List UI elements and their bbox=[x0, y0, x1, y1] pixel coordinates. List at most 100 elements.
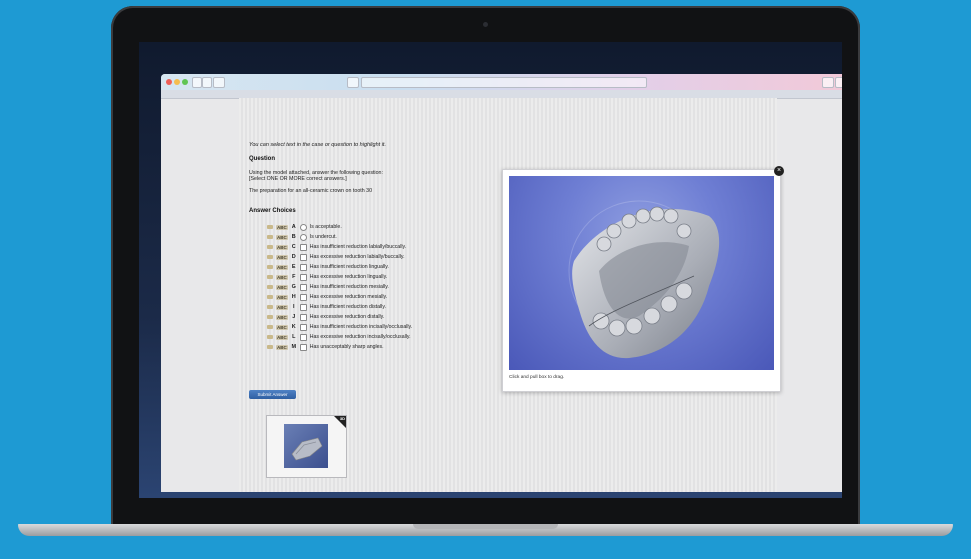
choice-checkbox[interactable] bbox=[299, 273, 307, 281]
abc-strike-button[interactable]: ABC bbox=[276, 334, 288, 340]
sidebar-button[interactable] bbox=[213, 77, 225, 88]
choice-checkbox[interactable] bbox=[299, 303, 307, 311]
highlighter-icon[interactable] bbox=[267, 285, 273, 289]
answer-choice-e[interactable]: ABC E Has insufficient reduction lingually… bbox=[267, 262, 389, 272]
viewer-caption: Click and pull box to drag. bbox=[509, 375, 565, 380]
3d-viewport[interactable] bbox=[509, 176, 774, 370]
choice-text[interactable]: Has excessive reduction lingually. bbox=[310, 274, 387, 280]
browser-window: You can select text in the case or quest… bbox=[161, 74, 842, 492]
choice-checkbox[interactable] bbox=[299, 343, 307, 351]
choice-text[interactable]: Is undercut. bbox=[310, 234, 337, 240]
choice-checkbox[interactable] bbox=[299, 333, 307, 341]
choice-checkbox[interactable] bbox=[299, 283, 307, 291]
choice-checkbox[interactable] bbox=[299, 253, 307, 261]
choice-letter: L bbox=[292, 334, 296, 340]
highlighter-icon[interactable] bbox=[267, 315, 273, 319]
choice-checkbox[interactable] bbox=[299, 223, 307, 231]
close-viewer-button[interactable]: × bbox=[774, 166, 784, 176]
highlighter-icon[interactable] bbox=[267, 255, 273, 259]
choice-letter: M bbox=[291, 344, 297, 350]
question-stem[interactable]: The preparation for an all-ceramic crown… bbox=[249, 188, 372, 194]
highlighter-icon[interactable] bbox=[267, 265, 273, 269]
abc-strike-button[interactable]: ABC bbox=[276, 274, 288, 280]
share-button[interactable] bbox=[347, 77, 359, 88]
abc-strike-button[interactable]: ABC bbox=[276, 264, 288, 270]
abc-strike-button[interactable]: ABC bbox=[276, 324, 288, 330]
address-bar[interactable] bbox=[361, 77, 647, 88]
answer-choice-b[interactable]: ABC B Is undercut. bbox=[267, 232, 337, 242]
abc-strike-button[interactable]: ABC bbox=[276, 224, 288, 230]
choice-checkbox[interactable] bbox=[299, 233, 307, 241]
highlighter-icon[interactable] bbox=[267, 335, 273, 339]
choice-text[interactable]: Has insufficient reduction distally. bbox=[310, 304, 386, 310]
choice-letter: I bbox=[292, 304, 295, 310]
choice-text[interactable]: Has insufficient reduction labially/bucc… bbox=[310, 244, 406, 250]
answer-choices-heading: Answer Choices bbox=[249, 208, 296, 214]
zoom-window-icon[interactable] bbox=[182, 79, 188, 85]
answer-choice-k[interactable]: ABC K Has insufficient reduction incisally… bbox=[267, 322, 412, 332]
model-thumbnail[interactable]: 3D bbox=[266, 415, 347, 478]
choice-text[interactable]: Has excessive reduction labially/buccall… bbox=[310, 254, 405, 260]
choice-text[interactable]: Has insufficient reduction mesially. bbox=[310, 284, 389, 290]
abc-strike-button[interactable]: ABC bbox=[276, 304, 288, 310]
highlighter-icon[interactable] bbox=[267, 245, 273, 249]
choice-letter: H bbox=[291, 294, 296, 300]
highlighter-icon[interactable] bbox=[267, 235, 273, 239]
answer-choice-c[interactable]: ABC C Has insufficient reduction labially/… bbox=[267, 242, 406, 252]
abc-strike-button[interactable]: ABC bbox=[276, 254, 288, 260]
highlighter-icon[interactable] bbox=[267, 295, 273, 299]
question-instruction[interactable]: [Select ONE OR MORE correct answers.] bbox=[249, 176, 347, 182]
choice-letter: D bbox=[291, 254, 296, 260]
tabs-button[interactable] bbox=[822, 77, 834, 88]
abc-strike-button[interactable]: ABC bbox=[276, 284, 288, 290]
choice-text[interactable]: Has unacceptably sharp angles. bbox=[310, 344, 384, 350]
answer-choice-j[interactable]: ABC J Has excessive reduction distally. bbox=[267, 312, 384, 322]
abc-strike-button[interactable]: ABC bbox=[276, 234, 288, 240]
highlighter-icon[interactable] bbox=[267, 225, 273, 229]
choice-checkbox[interactable] bbox=[299, 243, 307, 251]
laptop-notch bbox=[413, 524, 558, 529]
minimize-window-icon[interactable] bbox=[174, 79, 180, 85]
choice-text[interactable]: Has insufficient reduction lingually. bbox=[310, 264, 389, 270]
choice-checkbox[interactable] bbox=[299, 263, 307, 271]
choice-text[interactable]: Is acceptable. bbox=[310, 224, 342, 230]
answer-choice-g[interactable]: ABC G Has insufficient reduction mesially. bbox=[267, 282, 389, 292]
answer-choice-m[interactable]: ABC M Has unacceptably sharp angles. bbox=[267, 342, 384, 352]
choice-checkbox[interactable] bbox=[299, 313, 307, 321]
model-viewer[interactable]: Click and pull box to drag. bbox=[502, 169, 781, 392]
choice-text[interactable]: Has excessive reduction distally. bbox=[310, 314, 385, 320]
choice-text[interactable]: Has excessive reduction mesially. bbox=[310, 294, 387, 300]
choice-letter: G bbox=[291, 284, 296, 290]
highlighter-icon[interactable] bbox=[267, 345, 273, 349]
answer-choice-l[interactable]: ABC L Has excessive reduction incisally/oc… bbox=[267, 332, 411, 342]
forward-button[interactable] bbox=[202, 77, 212, 88]
choice-letter: F bbox=[292, 274, 296, 280]
answer-choice-h[interactable]: ABC H Has excessive reduction mesially. bbox=[267, 292, 387, 302]
choice-letter: A bbox=[291, 224, 296, 230]
abc-strike-button[interactable]: ABC bbox=[276, 344, 288, 350]
choice-checkbox[interactable] bbox=[299, 293, 307, 301]
back-button[interactable] bbox=[192, 77, 202, 88]
choice-text[interactable]: Has excessive reduction incisally/occlus… bbox=[310, 334, 411, 340]
browser-toolbar bbox=[161, 74, 842, 91]
abc-strike-button[interactable]: ABC bbox=[276, 294, 288, 300]
close-window-icon[interactable] bbox=[166, 79, 172, 85]
choice-letter: E bbox=[291, 264, 296, 270]
model-thumbnail-image bbox=[284, 424, 328, 468]
submit-answer-button[interactable]: Submit Answer bbox=[249, 390, 296, 399]
choice-text[interactable]: Has insufficient reduction incisally/occ… bbox=[310, 324, 412, 330]
highlighter-icon[interactable] bbox=[267, 325, 273, 329]
answer-choice-i[interactable]: ABC I Has insufficient reduction distally. bbox=[267, 302, 386, 312]
highlighter-icon[interactable] bbox=[267, 275, 273, 279]
answer-choice-d[interactable]: ABC D Has excessive reduction labially/buc… bbox=[267, 252, 405, 262]
choice-checkbox[interactable] bbox=[299, 323, 307, 331]
abc-strike-button[interactable]: ABC bbox=[276, 314, 288, 320]
camera-icon bbox=[483, 22, 488, 27]
new-tab-button[interactable] bbox=[835, 77, 842, 88]
answer-choice-a[interactable]: ABC A Is acceptable. bbox=[267, 222, 342, 232]
answer-choice-f[interactable]: ABC F Has excessive reduction lingually. bbox=[267, 272, 387, 282]
highlighter-icon[interactable] bbox=[267, 305, 273, 309]
abc-strike-button[interactable]: ABC bbox=[276, 244, 288, 250]
laptop-screen: You can select text in the case or quest… bbox=[139, 42, 842, 498]
choice-letter: B bbox=[291, 234, 296, 240]
